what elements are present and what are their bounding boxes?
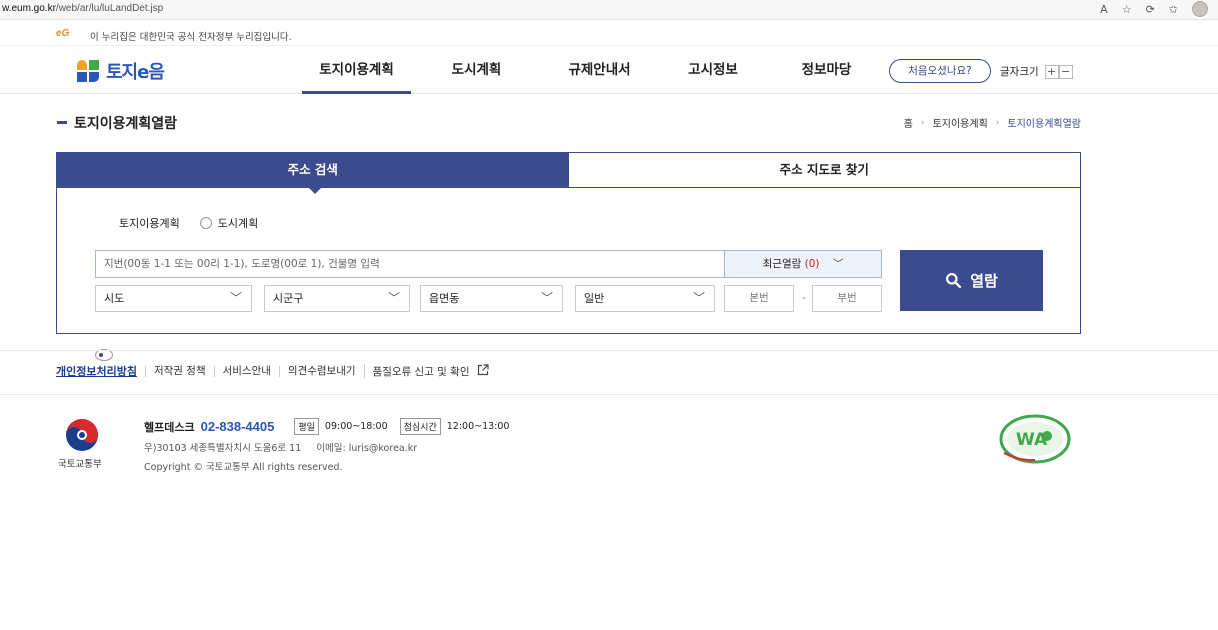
site-header: 토지e음 토지이용계획 도시계획 규제안내서 고시정보 정보마당 처음오셨나요?…	[0, 46, 1218, 94]
radio-land-use[interactable]: 토지이용계획	[95, 215, 180, 361]
number-separator: -	[802, 291, 806, 304]
link-service-guide[interactable]: 서비스안내	[213, 365, 279, 377]
nav-info-plaza[interactable]: 정보마당	[769, 46, 884, 94]
site-footer: 국토교통부 헬프데스크 02-838-4405 평일 09:00~18:00 점…	[0, 395, 1218, 495]
ministry-emblem-icon	[66, 419, 98, 451]
recent-view-count: (0)	[804, 258, 820, 270]
chevron-down-icon: ﹀	[387, 291, 400, 305]
radio-land-use-label: 토지이용계획	[119, 217, 180, 230]
link-privacy-policy[interactable]: 개인정보처리방침	[56, 366, 145, 377]
helpdesk-info: 헬프데스크 02-838-4405 평일 09:00~18:00 점심시간 12…	[144, 418, 515, 435]
sub-number-input[interactable]: 부번	[812, 285, 882, 312]
extensions-icon[interactable]: ⟳	[1146, 3, 1155, 16]
chevron-right-icon: ›	[920, 117, 925, 128]
nav-regulation-guide[interactable]: 규제안내서	[542, 46, 657, 94]
font-size-control: 글자크기 + −	[1000, 64, 1073, 79]
egov-logo: eG	[56, 28, 70, 39]
tab-map-search[interactable]: 주소 지도로 찾기	[569, 153, 1081, 187]
search-icon	[946, 273, 962, 289]
site-logo[interactable]: 토지e음	[77, 58, 165, 84]
first-visit-button[interactable]: 처음오셨나요?	[889, 59, 991, 83]
recent-view-label: 최근열람	[762, 258, 802, 270]
external-link-icon	[477, 364, 489, 376]
copyright: Copyright © 국토교통부 All rights reserved.	[144, 462, 343, 473]
nav-notice-info[interactable]: 고시정보	[657, 46, 769, 94]
sido-select[interactable]: 시도 ﹀	[95, 285, 252, 312]
view-button-label: 열람	[970, 272, 998, 290]
chevron-down-icon: ﹀	[832, 258, 844, 270]
chevron-down-icon: ﹀	[229, 291, 242, 305]
profile-avatar[interactable]	[1192, 1, 1208, 17]
nav-land-use-plan[interactable]: 토지이용계획	[302, 46, 411, 94]
view-button[interactable]: 열람	[900, 250, 1043, 311]
gov-banner: eG 이 누리집은 대한민국 공식 전자정부 누리집입니다.	[0, 20, 1218, 46]
search-panel: 주소 검색 주소 지도로 찾기 토지이용계획 도시계획 지번(00동 1-1 또…	[56, 152, 1081, 361]
gov-banner-text: 이 누리집은 대한민국 공식 전자정부 누리집입니다.	[90, 32, 292, 43]
favorite-star-icon[interactable]: ☆	[1122, 3, 1132, 16]
logo-mark-icon	[77, 60, 100, 82]
page-title: 토지이용계획열람	[74, 116, 178, 132]
footer-address: 우)30103 세종특별자치시 도움6로 11 이메일: luris@korea…	[144, 440, 417, 454]
plan-type-radios: 토지이용계획 도시계획	[95, 215, 259, 361]
address-bar[interactable]: w.eum.go.kr/web/ar/lu/luLandDet.jsp	[2, 3, 163, 14]
web-accessibility-mark-icon: WA	[999, 414, 1071, 464]
chevron-right-icon: ›	[995, 117, 1000, 128]
nav-urban-plan[interactable]: 도시계획	[411, 46, 542, 94]
helpdesk-phone: 02-838-4405	[200, 419, 275, 434]
radio-unchecked-icon	[199, 217, 212, 229]
breadcrumb-land-use[interactable]: 토지이용계획	[933, 115, 988, 130]
breadcrumb: 홈 › 토지이용계획 › 토지이용계획열람	[904, 115, 1081, 131]
eupmyeondong-select-value: 읍면동	[429, 292, 460, 305]
search-tabs: 주소 검색 주소 지도로 찾기	[57, 153, 1081, 194]
browser-tools: A ☆ ⟳ ✩	[1100, 1, 1208, 17]
link-quality-report[interactable]: 품질오류 신고 및 확인	[363, 364, 497, 378]
main-nav: 토지이용계획 도시계획 규제안내서 고시정보 정보마당	[302, 46, 884, 94]
sido-select-value: 시도	[104, 292, 125, 305]
lunch-tag: 점심시간	[399, 418, 441, 435]
recent-view-dropdown[interactable]: 최근열람 (0) ﹀	[724, 250, 882, 278]
address-search-input[interactable]: 지번(00동 1-1 또는 00리 1-1), 도로명(00로 1), 건물명 …	[95, 250, 725, 278]
font-decrease-button[interactable]: −	[1058, 64, 1073, 79]
font-size-label: 글자크기	[1000, 66, 1039, 78]
land-type-select-value: 일반	[584, 292, 605, 305]
favorites-list-icon[interactable]: ✩	[1169, 3, 1178, 16]
font-increase-button[interactable]: +	[1044, 64, 1059, 79]
footer-links: 개인정보처리방침 저작권 정책 서비스안내 의견수렴보내기 품질오류 신고 및 …	[0, 350, 1218, 395]
link-quality-report-label: 품질오류 신고 및 확인	[372, 366, 470, 378]
sigungu-select-value: 시군구	[273, 292, 304, 305]
ministry-name: 국토교통부	[58, 459, 102, 470]
breadcrumb-home[interactable]: 홈	[904, 115, 913, 130]
footer-link-row: 개인정보처리방침 저작권 정책 서비스안내 의견수렴보내기 품질오류 신고 및 …	[56, 364, 497, 378]
contact-email: 이메일: luris@korea.kr	[316, 443, 418, 454]
tab-pointer	[308, 187, 322, 194]
tab-address-search-label: 주소 검색	[287, 162, 338, 177]
postal-address: 우)30103 세종특별자치시 도움6로 11	[144, 443, 302, 454]
page-heading: 토지이용계획열람 홈 › 토지이용계획 › 토지이용계획열람	[57, 112, 1081, 132]
logo-name: 토지e음	[106, 62, 165, 83]
tab-address-search[interactable]: 주소 검색	[57, 153, 569, 194]
read-aloud-icon[interactable]: A	[1100, 3, 1108, 16]
browser-toolbar: w.eum.go.kr/web/ar/lu/luLandDet.jsp A ☆ …	[0, 0, 1218, 20]
link-copyright-policy[interactable]: 저작권 정책	[144, 365, 214, 377]
sigungu-select[interactable]: 시군구 ﹀	[264, 285, 410, 312]
helpdesk-label: 헬프데스크	[144, 420, 195, 434]
chevron-down-icon: ﹀	[540, 291, 553, 305]
weekday-time: 09:00~18:00	[324, 421, 388, 432]
main-number-input[interactable]: 본번	[724, 285, 794, 312]
heading-bar	[57, 121, 67, 124]
land-type-select[interactable]: 일반 ﹀	[575, 285, 715, 312]
radio-urban-plan-label: 도시계획	[217, 217, 259, 230]
lunch-time: 12:00~13:00	[446, 421, 510, 432]
chevron-down-icon: ﹀	[692, 291, 705, 305]
link-feedback[interactable]: 의견수렴보내기	[278, 365, 364, 377]
breadcrumb-current: 토지이용계획열람	[1007, 119, 1081, 130]
weekday-tag: 평일	[294, 418, 319, 435]
eupmyeondong-select[interactable]: 읍면동 ﹀	[420, 285, 563, 312]
radio-urban-plan[interactable]: 도시계획	[199, 215, 259, 231]
